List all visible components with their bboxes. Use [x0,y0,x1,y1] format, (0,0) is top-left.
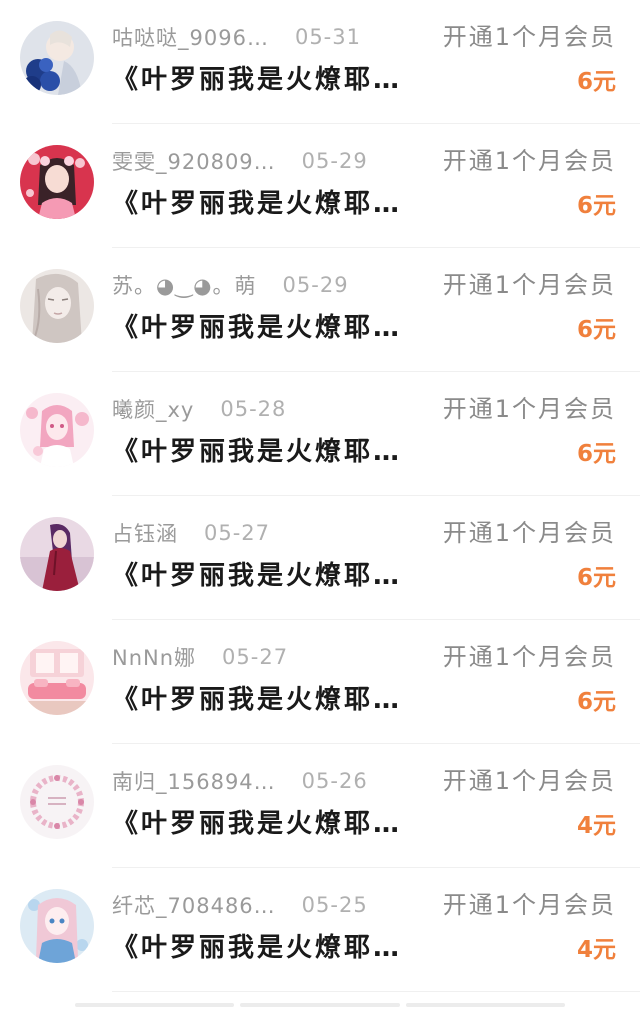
record-row[interactable]: 占钰涵 05-27 开通1个月会员 《叶罗丽我是火燎耶… 6元 [0,496,640,620]
book-title[interactable]: 《叶罗丽我是火燎耶… [112,182,402,226]
nickname: 雯雯_920809… [112,150,276,174]
avatar-blue-flowers-icon [20,21,94,95]
book-title[interactable]: 《叶罗丽我是火燎耶… [112,678,402,722]
record-row[interactable]: 咕哒哒_9096… 05-31 开通1个月会员 《叶罗丽我是火燎耶… 6元 [0,0,640,124]
book-title[interactable]: 《叶罗丽我是火燎耶… [112,554,402,598]
avatar-purple-dress-icon [20,517,94,591]
avatar-pink-room-icon [20,641,94,715]
record-date: 05-29 [282,273,349,297]
divider-segment [75,1003,235,1007]
avatar[interactable] [20,269,94,343]
avatar[interactable] [20,765,94,839]
nickname: NnNn娜 [112,646,197,670]
record-date: 05-31 [294,25,361,49]
bottom-divider [0,1000,640,1009]
book-title[interactable]: 《叶罗丽我是火燎耶… [112,802,402,846]
price: 6元 [576,565,616,591]
record-date: 05-29 [301,149,368,173]
avatar[interactable] [20,145,94,219]
price: 6元 [576,441,616,467]
nickname: 苏。◕‿◕。萌 [112,274,257,298]
book-title[interactable]: 《叶罗丽我是火燎耶… [112,926,402,970]
nickname: 曦颜_xy [112,398,195,422]
nickname: 南归_156894… [112,770,276,794]
book-title[interactable]: 《叶罗丽我是火燎耶… [112,58,402,102]
record-row[interactable]: 雯雯_920809… 05-29 开通1个月会员 《叶罗丽我是火燎耶… 6元 [0,124,640,248]
action-text: 开通1个月会员 [442,271,616,299]
book-title[interactable]: 《叶罗丽我是火燎耶… [112,306,402,350]
record-row[interactable]: 南归_156894… 05-26 开通1个月会员 《叶罗丽我是火燎耶… 4元 [0,744,640,868]
avatar[interactable] [20,641,94,715]
action-text: 开通1个月会员 [442,519,616,547]
divider-segment [240,1003,400,1007]
price: 6元 [576,689,616,715]
price: 4元 [576,937,616,963]
record-row[interactable]: 苏。◕‿◕。萌 05-29 开通1个月会员 《叶罗丽我是火燎耶… 6元 [0,248,640,372]
avatar[interactable] [20,889,94,963]
price: 6元 [576,317,616,343]
purchase-record-list: 咕哒哒_9096… 05-31 开通1个月会员 《叶罗丽我是火燎耶… 6元 雯雯… [0,0,640,992]
avatar-blue-anime-icon [20,889,94,963]
avatar[interactable] [20,393,94,467]
avatar-pink-girl-icon [20,145,94,219]
price: 4元 [576,813,616,839]
action-text: 开通1个月会员 [442,891,616,919]
nickname: 咕哒哒_9096… [112,26,269,50]
avatar-pink-anime-icon [20,393,94,467]
action-text: 开通1个月会员 [442,395,616,423]
record-row[interactable]: 纤芯_708486… 05-25 开通1个月会员 《叶罗丽我是火燎耶… 4元 [0,868,640,992]
nickname: 纤芯_708486… [112,894,276,918]
action-text: 开通1个月会员 [442,23,616,51]
record-date: 05-25 [301,893,368,917]
record-date: 05-28 [220,397,287,421]
action-text: 开通1个月会员 [442,147,616,175]
avatar-floral-wreath-icon [20,765,94,839]
avatar-sketch-girl-icon [20,269,94,343]
record-date: 05-27 [204,521,271,545]
price: 6元 [576,193,616,219]
nickname: 占钰涵 [112,522,178,546]
record-date: 05-27 [222,645,289,669]
record-row[interactable]: 曦颜_xy 05-28 开通1个月会员 《叶罗丽我是火燎耶… 6元 [0,372,640,496]
record-date: 05-26 [301,769,368,793]
action-text: 开通1个月会员 [442,643,616,671]
action-text: 开通1个月会员 [442,767,616,795]
avatar[interactable] [20,517,94,591]
avatar[interactable] [20,21,94,95]
price: 6元 [576,69,616,95]
divider-segment [405,1003,565,1007]
book-title[interactable]: 《叶罗丽我是火燎耶… [112,430,402,474]
record-row[interactable]: NnNn娜 05-27 开通1个月会员 《叶罗丽我是火燎耶… 6元 [0,620,640,744]
